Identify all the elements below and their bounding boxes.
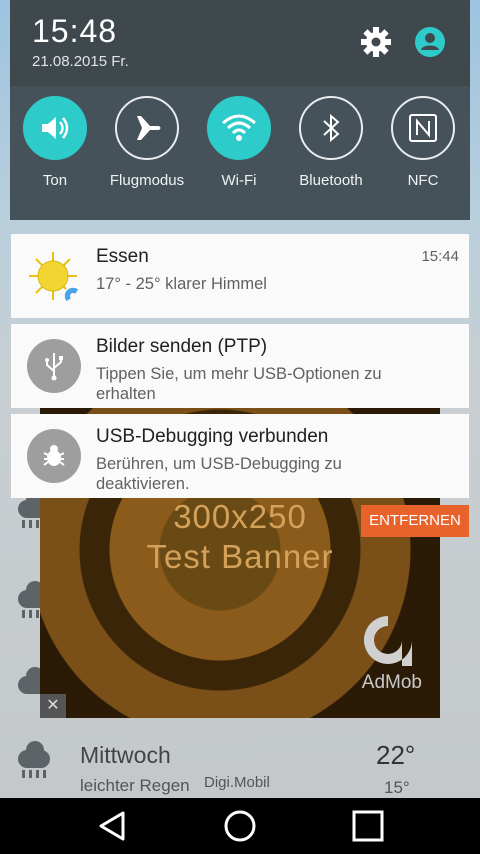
notification-usb-ptp[interactable]: Bilder senden (PTP) Tippen Sie, um mehr … [11,324,469,408]
qs-bluetooth[interactable]: Bluetooth [288,96,374,206]
admob-logo-icon [364,616,412,666]
rain-cloud-icon [18,741,58,780]
wifi-icon[interactable] [207,96,271,160]
recent-apps-icon[interactable] [348,806,388,846]
notification-text: Berühren, um USB-Debugging zu deaktivier… [96,455,342,493]
bug-icon [27,429,81,483]
qs-nfc[interactable]: NFC [380,96,466,206]
remove-button[interactable]: ENTFERNEN [361,505,469,537]
qs-label: Wi-Fi [221,172,257,189]
qs-label: NFC [407,172,439,189]
notification-text: Tippen Sie, um mehr USB-Optionen zu erha… [96,365,382,403]
qs-wifi[interactable]: Wi-Fi [196,96,282,206]
notification-usb-debug[interactable]: USB-Debugging verbunden Berühren, um USB… [11,414,469,498]
navigation-bar [0,798,480,854]
notification-weather[interactable]: Essen 17° - 25° klarer Himmel 15:44 [11,234,469,318]
nfc-icon[interactable] [391,96,455,160]
home-icon[interactable] [220,806,260,846]
airplane-icon[interactable] [115,96,179,160]
sun-icon [29,252,81,304]
user-account-icon[interactable] [414,26,446,58]
clock: 15:48 [32,13,118,49]
ad-subline: Test Banner [146,538,334,575]
notification-title: Bilder senden (PTP) [96,336,268,357]
qs-label: Ton [42,172,68,189]
bluetooth-icon[interactable] [299,96,363,160]
usb-icon [27,339,81,393]
qs-sound[interactable]: Ton [12,96,98,206]
gear-icon[interactable] [360,26,392,58]
forecast-day: Mittwoch [80,742,171,768]
qs-label: Bluetooth [299,172,363,189]
back-icon[interactable] [92,806,132,846]
forecast-description: leichter Regen [80,776,190,795]
notification-time: 15:44 [421,248,459,265]
qs-label: Flugmodus [109,172,185,189]
qs-airplane[interactable]: Flugmodus [104,96,190,206]
carrier-label: Digi.Mobil [204,774,270,791]
shade-header: 15:48 21.08.2015 Fr. [10,0,470,86]
notification-title: Essen [96,246,149,267]
forecast-row[interactable]: Mittwoch leichter Regen Digi.Mobil 22° 1… [0,730,480,798]
ad-close-button[interactable]: ✕ [40,694,66,718]
forecast-low: 15° [384,778,410,797]
quick-settings-panel: Ton Flugmodus Wi-Fi Bluetooth NFC [10,86,470,220]
forecast-high: 22° [376,740,416,770]
volume-icon[interactable] [23,96,87,160]
notification-text: 17° - 25° klarer Himmel [96,275,267,293]
date[interactable]: 21.08.2015 Fr. [32,53,129,70]
admob-brand: AdMob [361,672,422,693]
notification-title: USB-Debugging verbunden [96,426,329,447]
